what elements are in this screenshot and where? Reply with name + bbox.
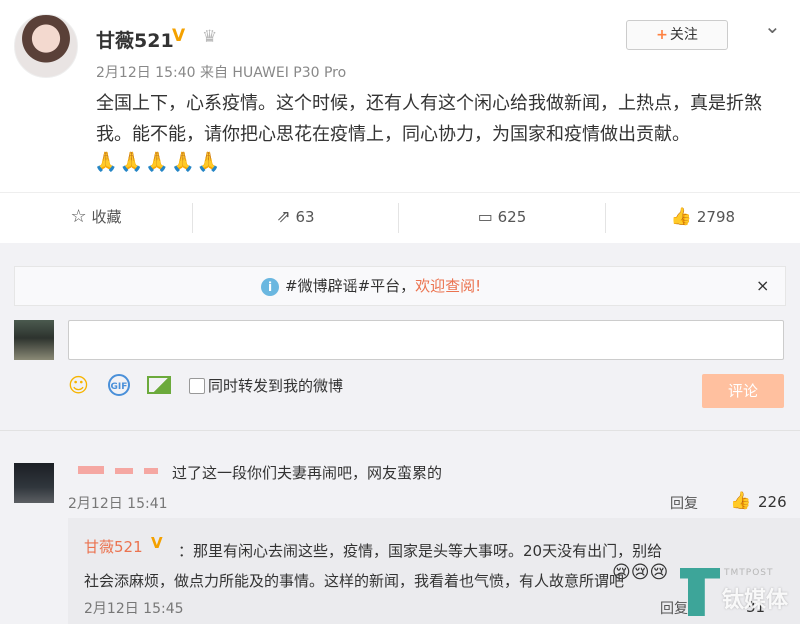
redacted-username — [144, 468, 158, 474]
favorite-button[interactable]: ☆ 收藏 — [0, 193, 192, 243]
tmtpost-logo-icon — [680, 568, 720, 616]
repost-count: 63 — [295, 208, 315, 226]
repost-icon: ⇗ — [276, 207, 291, 227]
comment-text: 过了这一段你们夫妻再闹吧，网友蛮累的 — [172, 464, 443, 482]
like-button[interactable]: 👍 2798 — [606, 193, 800, 243]
emoji-icon[interactable]: ☺ — [68, 373, 89, 397]
pray-emojis: 🙏🙏🙏🙏🙏 — [94, 151, 223, 173]
crown-icon: ♛ — [202, 27, 218, 47]
action-bar: ☆ 收藏 ⇗ 63 ▭ 625 👍 2798 — [0, 192, 800, 243]
comment-like-count: 226 — [758, 493, 787, 511]
current-user-avatar — [14, 320, 54, 360]
close-icon[interactable]: × — [756, 276, 769, 295]
repost-button[interactable]: ⇗ 63 — [193, 193, 398, 243]
verified-badge-icon: V — [151, 534, 163, 552]
gif-icon[interactable]: GIF — [108, 374, 130, 396]
watermark-top-text: TMTPOST — [724, 568, 774, 578]
comment-input[interactable] — [68, 320, 784, 360]
reply-text: ：那里有闲心去闹这些，疫情，国家是头等大事呀。20天没有出门，别给社会添麻烦，做… — [84, 542, 663, 590]
redacted-username — [78, 466, 104, 474]
reply-button[interactable]: 回复 — [670, 493, 698, 513]
comment-icon: ▭ — [477, 207, 493, 226]
comment-time: 2月12日 15:41 — [68, 496, 168, 512]
image-icon[interactable] — [147, 376, 171, 394]
reply-author[interactable]: 甘薇521 — [84, 536, 143, 557]
repost-checkbox-label: 同时转发到我的微博 — [208, 377, 344, 395]
submit-comment-button[interactable]: 评论 — [702, 374, 784, 408]
repost-checkbox[interactable] — [189, 378, 205, 394]
favorite-label: 收藏 — [91, 208, 122, 226]
follow-label: 关注 — [669, 27, 698, 43]
comment-count: 625 — [497, 208, 527, 226]
watermark-name: 钛媒体 — [722, 588, 789, 613]
watermark-logo: TMTPOST 钛媒体 — [680, 566, 798, 622]
divider — [0, 430, 800, 431]
notice-text: #微博辟谣#平台， — [285, 277, 416, 295]
verified-badge-icon: V — [172, 26, 186, 46]
sad-emojis: 😢😢😢 — [612, 562, 669, 583]
chevron-down-icon[interactable]: ⌄ — [764, 14, 781, 38]
redacted-username — [115, 468, 133, 474]
author-name[interactable]: 甘薇521 — [96, 26, 174, 53]
rumor-notice: i #微博辟谣#平台，欢迎查阅! — [14, 266, 786, 306]
plus-icon: + — [656, 27, 668, 43]
star-icon: ☆ — [70, 206, 87, 227]
post-meta: 2月12日 15:40 来自 HUAWEI P30 Pro — [96, 65, 347, 81]
comment-button[interactable]: ▭ 625 — [399, 193, 605, 243]
reply-time: 2月12日 15:45 — [84, 601, 184, 617]
notice-link[interactable]: 欢迎查阅! — [415, 277, 481, 295]
like-count: 2798 — [696, 208, 736, 226]
commenter-avatar[interactable] — [14, 463, 54, 503]
follow-button[interactable]: + 关注 — [626, 20, 728, 50]
author-avatar[interactable] — [14, 14, 78, 78]
thumbs-up-icon: 👍 — [670, 207, 693, 227]
info-icon: i — [261, 277, 279, 296]
thumbs-up-icon[interactable]: 👍 — [730, 491, 751, 511]
post-text: 全国上下，心系疫情。这个时候，还有人有这个闲心给我做新闻，上热点，真是折煞我。能… — [96, 93, 762, 145]
